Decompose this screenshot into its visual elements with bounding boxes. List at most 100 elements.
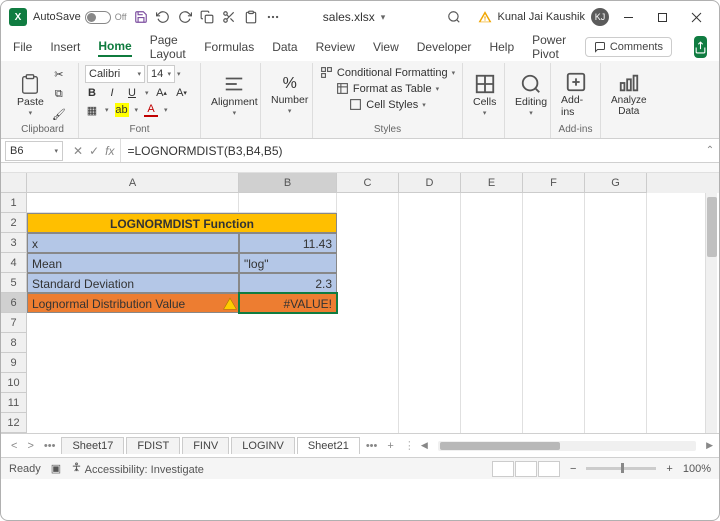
cell-B3[interactable]: 11.43 [239, 233, 337, 253]
border-button[interactable]: ▦ [85, 103, 99, 117]
paste-button[interactable]: Paste ▾ [13, 71, 48, 119]
cell-A4[interactable]: Mean [27, 253, 239, 273]
fill-color-button[interactable]: ab [115, 103, 129, 117]
sheet-more-icon[interactable]: ••• [362, 440, 382, 452]
chevron-down-icon[interactable]: ▾ [145, 89, 149, 97]
bold-button[interactable]: B [85, 86, 99, 100]
row-header-9[interactable]: 9 [1, 353, 27, 373]
zoom-in-icon[interactable]: + [666, 463, 672, 475]
error-flag-icon[interactable] [223, 297, 237, 311]
vertical-scrollbar[interactable] [705, 193, 717, 433]
col-header-B[interactable]: B [239, 173, 337, 193]
sheet-nav-more-icon[interactable]: ••• [40, 440, 60, 452]
col-header-A[interactable]: A [27, 173, 239, 193]
row-header-5[interactable]: 5 [1, 273, 27, 293]
select-all-corner[interactable] [1, 173, 27, 193]
tab-data[interactable]: Data [272, 38, 297, 56]
cancel-formula-icon[interactable]: ✕ [73, 144, 83, 158]
tab-power-pivot[interactable]: Power Pivot [532, 31, 567, 63]
cell-A3[interactable]: x [27, 233, 239, 253]
row-header-8[interactable]: 8 [1, 333, 27, 353]
scrollbar-thumb[interactable] [440, 442, 560, 450]
row-header-1[interactable]: 1 [1, 193, 27, 213]
formula-input[interactable]: =LOGNORMDIST(B3,B4,B5) [121, 144, 701, 158]
row-header-10[interactable]: 10 [1, 373, 27, 393]
row-header-11[interactable]: 11 [1, 393, 27, 413]
italic-button[interactable]: I [105, 86, 119, 100]
new-sheet-icon[interactable]: + [383, 440, 397, 452]
zoom-slider[interactable] [586, 467, 656, 470]
col-header-F[interactable]: F [523, 173, 585, 193]
cells-button[interactable]: Cells▾ [469, 71, 500, 119]
col-header-G[interactable]: G [585, 173, 647, 193]
cell-title[interactable]: LOGNORMDIST Function [27, 213, 337, 233]
normal-view-button[interactable] [492, 461, 514, 477]
tab-formulas[interactable]: Formulas [204, 38, 254, 56]
macro-record-icon[interactable]: ▣ [51, 462, 61, 475]
paste-qat-icon[interactable] [243, 9, 259, 25]
search-icon[interactable] [446, 9, 462, 25]
tab-insert[interactable]: Insert [50, 38, 80, 56]
autosave-toggle[interactable]: AutoSave Off [33, 11, 127, 24]
row-header-3[interactable]: 3 [1, 233, 27, 253]
close-button[interactable] [683, 3, 711, 31]
tab-help[interactable]: Help [489, 38, 514, 56]
font-color-button[interactable]: A [144, 103, 158, 117]
zoom-out-icon[interactable]: − [570, 463, 576, 475]
cell-styles-button[interactable]: Cell Styles▾ [349, 97, 425, 112]
font-decrease-icon[interactable]: A▾ [175, 86, 189, 100]
zoom-level[interactable]: 100% [683, 463, 711, 475]
user-account[interactable]: Kunal Jai Kaushik KJ [478, 8, 609, 26]
cell-B5[interactable]: 2.3 [239, 273, 337, 293]
copy-icon[interactable] [199, 9, 215, 25]
col-header-D[interactable]: D [399, 173, 461, 193]
number-button[interactable]: % Number ▾ [267, 73, 312, 117]
tab-review[interactable]: Review [316, 38, 355, 56]
format-as-table-button[interactable]: Format as Table▾ [336, 81, 439, 96]
page-layout-view-button[interactable] [515, 461, 537, 477]
cell-B4[interactable]: "log" [239, 253, 337, 273]
accessibility-status[interactable]: Accessibility: Investigate [71, 462, 204, 476]
sheet-tab-fdist[interactable]: FDIST [126, 437, 180, 454]
font-increase-icon[interactable]: A▴ [155, 86, 169, 100]
font-name-select[interactable]: Calibri▾ [85, 65, 145, 83]
cut-icon-r[interactable]: ✂ [52, 68, 66, 82]
filename-area[interactable]: sales.xlsx ▾ [323, 10, 386, 24]
col-header-E[interactable]: E [461, 173, 523, 193]
share-button[interactable] [694, 36, 707, 58]
sheet-tab-sheet21[interactable]: Sheet21 [297, 437, 360, 454]
addins-button[interactable]: Add-ins [557, 69, 594, 120]
col-header-C[interactable]: C [337, 173, 399, 193]
tab-home[interactable]: Home [98, 37, 131, 57]
editing-button[interactable]: Editing▾ [511, 71, 551, 119]
conditional-formatting-button[interactable]: Conditional Formatting▾ [320, 65, 455, 80]
format-painter-icon[interactable]: 🖌 [52, 108, 66, 122]
font-size-select[interactable]: 14▾ [147, 65, 175, 83]
tab-file[interactable]: File [13, 38, 32, 56]
minimize-button[interactable] [615, 3, 643, 31]
chevron-down-icon[interactable]: ▾ [177, 70, 181, 78]
tab-view[interactable]: View [373, 38, 399, 56]
tab-page-layout[interactable]: Page Layout [150, 31, 187, 63]
sheet-tab-loginv[interactable]: LOGINV [231, 437, 295, 454]
cell-A5[interactable]: Standard Deviation [27, 273, 239, 293]
scrollbar-thumb[interactable] [707, 197, 717, 257]
save-icon[interactable] [133, 9, 149, 25]
row-header-12[interactable]: 12 [1, 413, 27, 433]
page-break-view-button[interactable] [538, 461, 560, 477]
sheet-nav-prev-icon[interactable]: < [7, 440, 21, 452]
spreadsheet-grid[interactable]: 1 2 3 4 5 6 7 8 9 10 11 12 A B C D E F G… [1, 173, 719, 433]
maximize-button[interactable] [649, 3, 677, 31]
cell-B6[interactable]: #VALUE! [239, 293, 337, 313]
cut-icon[interactable] [221, 9, 237, 25]
underline-button[interactable]: U [125, 86, 139, 100]
sheet-nav-next-icon[interactable]: > [23, 440, 37, 452]
horizontal-scrollbar[interactable] [438, 441, 696, 451]
comments-button[interactable]: Comments [585, 37, 672, 57]
name-box[interactable]: B6 ▾ [5, 141, 63, 161]
row-header-7[interactable]: 7 [1, 313, 27, 333]
redo-icon[interactable] [177, 9, 193, 25]
more-qat-icon[interactable] [265, 9, 281, 25]
analyze-button[interactable]: Analyze Data [607, 70, 651, 119]
expand-formula-icon[interactable]: ⌃ [701, 145, 719, 156]
